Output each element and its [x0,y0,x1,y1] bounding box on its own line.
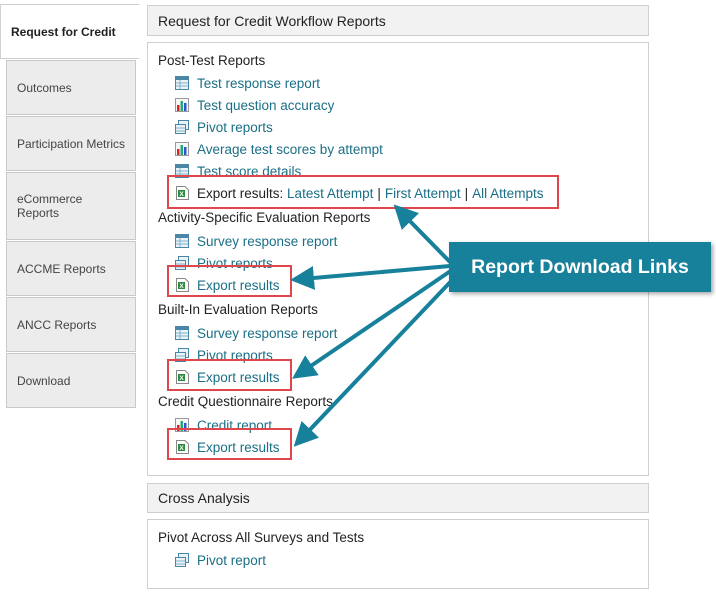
report-download-links-callout: Report Download Links [449,242,711,292]
callout-arrows [290,204,458,447]
